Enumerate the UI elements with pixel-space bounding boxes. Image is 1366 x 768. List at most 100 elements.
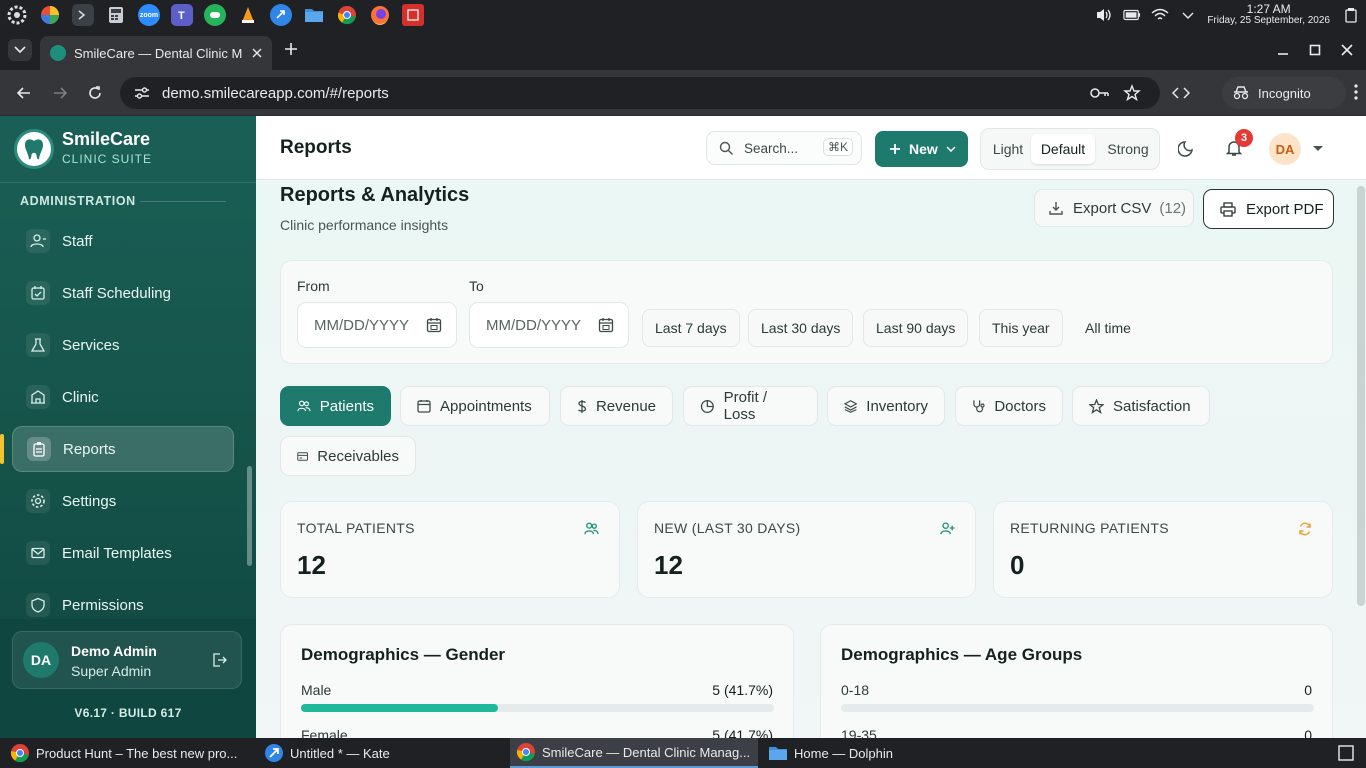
site-settings-icon[interactable]	[134, 86, 150, 100]
settings-icon[interactable]	[6, 4, 28, 26]
sidebar-item-clinic[interactable]: Clinic	[12, 374, 234, 420]
to-date-input[interactable]: MM/DD/YYYY	[469, 302, 629, 348]
new-label: New	[909, 141, 938, 157]
clipboard-tray-icon[interactable]	[1342, 6, 1360, 24]
preset-last-7-days[interactable]: Last 7 days	[642, 309, 740, 347]
account-menu-button[interactable]	[1312, 145, 1324, 153]
task-product-hunt[interactable]: Product Hunt – The best new pro...	[4, 738, 254, 768]
chrome-icon[interactable]	[336, 4, 358, 26]
tab-label: Revenue	[595, 397, 656, 415]
tab-label: Inventory	[866, 397, 928, 415]
sidebar-item-reports[interactable]: Reports	[12, 426, 234, 472]
preset-all-time[interactable]: All time	[1072, 309, 1144, 347]
sidebar-item-settings[interactable]: Settings	[12, 478, 234, 524]
tab-appointments[interactable]: Appointments	[400, 386, 550, 426]
terminal-icon[interactable]	[72, 4, 94, 26]
zoom-icon[interactable]: zoom	[138, 4, 160, 26]
sidebar-item-email-templates[interactable]: Email Templates	[12, 530, 234, 576]
mail-icon	[26, 541, 50, 565]
close-icon[interactable]	[252, 48, 262, 58]
gender-row-value: 5 (41.7%)	[712, 727, 773, 738]
tab-doctors[interactable]: Doctors	[955, 386, 1063, 426]
vlc-icon[interactable]	[237, 4, 259, 26]
page-title: Reports	[280, 137, 352, 158]
sidebar-item-services[interactable]: Services	[12, 322, 234, 368]
calendar-icon[interactable]	[426, 317, 442, 333]
sidebar-item-staff[interactable]: Staff	[12, 218, 234, 264]
reload-button[interactable]	[87, 85, 103, 101]
kde-connect-icon[interactable]	[270, 4, 292, 26]
wifi-icon[interactable]	[1151, 6, 1169, 24]
staff-icon	[26, 229, 50, 253]
tab-title: SmileCare — Dental Clinic M	[74, 45, 243, 61]
task-kate[interactable]: Untitled * — Kate	[258, 738, 506, 768]
tab-search-button[interactable]	[8, 39, 32, 61]
tab-inventory[interactable]: Inventory	[827, 386, 945, 426]
preset-this-year[interactable]: This year	[979, 309, 1063, 347]
show-desktop-button[interactable]	[1338, 745, 1354, 761]
forward-button[interactable]	[52, 85, 68, 101]
notifications-button[interactable]: 3	[1225, 129, 1253, 157]
dark-mode-button[interactable]	[1178, 139, 1196, 157]
image-viewer-icon[interactable]	[39, 4, 61, 26]
tab-label: Satisfaction	[1113, 397, 1191, 415]
incognito-indicator[interactable]: Incognito	[1222, 77, 1346, 109]
logout-button[interactable]	[211, 652, 227, 668]
arrow-left-icon	[16, 87, 30, 99]
export-csv-button[interactable]: Export CSV (12)	[1034, 189, 1194, 227]
clock-time: 1:27 AM	[1246, 2, 1291, 16]
tab-revenue[interactable]: Revenue	[560, 386, 673, 426]
browser-menu-button[interactable]	[1354, 84, 1358, 100]
tab-patients[interactable]: Patients	[280, 386, 391, 426]
teams-icon[interactable]: T	[171, 4, 193, 26]
theme-option-default[interactable]: Default	[1031, 134, 1095, 164]
firefox-icon[interactable]	[369, 4, 391, 26]
minimize-button[interactable]	[1277, 44, 1289, 56]
calendar-icon[interactable]	[598, 317, 614, 333]
calculator-icon[interactable]	[105, 4, 127, 26]
chat-icon[interactable]	[204, 4, 226, 26]
chrome-icon	[10, 744, 29, 763]
new-tab-button[interactable]	[284, 42, 298, 56]
progress-track	[841, 704, 1314, 712]
clock[interactable]: 1:27 AM Friday, 25 September, 2026	[1207, 3, 1330, 27]
tab-label: Receivables	[317, 447, 399, 465]
preset-last-90-days[interactable]: Last 90 days	[863, 309, 969, 347]
maximize-button[interactable]	[1309, 44, 1321, 56]
stat-card-new-patients: NEW (LAST 30 DAYS) 12	[637, 501, 976, 598]
sidebar-scrollbar[interactable]	[247, 466, 252, 566]
tab-receivables[interactable]: Receivables	[280, 436, 416, 476]
user-card[interactable]: DA Demo Admin Super Admin	[12, 631, 242, 689]
task-dolphin[interactable]: Home — Dolphin	[762, 738, 1012, 768]
receipt-icon	[297, 451, 309, 461]
new-button[interactable]: New	[875, 131, 968, 167]
star-bookmark-icon[interactable]	[1123, 84, 1141, 102]
tab-satisfaction[interactable]: Satisfaction	[1072, 386, 1210, 426]
app-icon[interactable]	[402, 4, 424, 26]
close-window-button[interactable]	[1341, 44, 1353, 56]
theme-option-light[interactable]: Light	[985, 134, 1031, 164]
back-button[interactable]	[16, 85, 32, 101]
key-icon[interactable]	[1090, 86, 1110, 100]
devtools-button[interactable]	[1172, 85, 1190, 101]
theme-option-strong[interactable]: Strong	[1099, 134, 1157, 164]
active-indicator	[0, 434, 4, 464]
search-input[interactable]: Search... ⌘K	[706, 131, 862, 165]
avatar[interactable]: DA	[1269, 133, 1301, 165]
page-scrollbar[interactable]	[1357, 186, 1365, 606]
chevron-down-icon[interactable]	[1179, 6, 1197, 24]
browser-tab[interactable]: SmileCare — Dental Clinic M	[40, 36, 272, 70]
battery-icon[interactable]	[1123, 6, 1141, 24]
files-icon[interactable]	[303, 4, 325, 26]
preset-last-30-days[interactable]: Last 30 days	[748, 309, 854, 347]
task-smilecare[interactable]: SmileCare — Dental Clinic Manag...	[510, 738, 758, 768]
url-bar[interactable]: demo.smilecareapp.com/#/reports	[120, 77, 1160, 109]
volume-icon[interactable]	[1095, 6, 1113, 24]
tab-profit-loss[interactable]: Profit / Loss	[683, 386, 818, 426]
from-date-input[interactable]: MM/DD/YYYY	[297, 302, 457, 348]
age-row-value: 0	[1304, 727, 1312, 738]
zoom-label: zoom	[139, 11, 159, 19]
sidebar-item-staff-scheduling[interactable]: Staff Scheduling	[12, 270, 234, 316]
stat-label: TOTAL PATIENTS	[297, 520, 415, 536]
export-pdf-button[interactable]: Export PDF	[1203, 189, 1334, 229]
